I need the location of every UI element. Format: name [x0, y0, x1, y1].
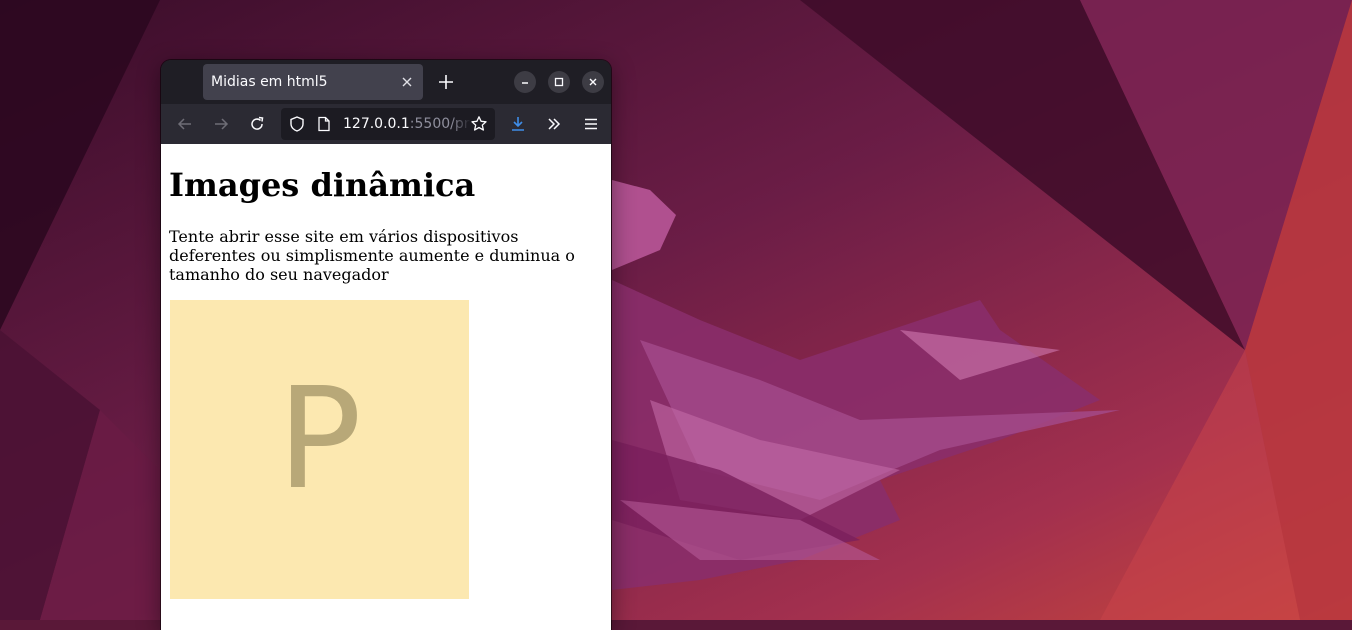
- tab-title: Midias em html5: [211, 74, 328, 90]
- placeholder-image: P: [170, 300, 469, 599]
- navigation-toolbar: 127.0.0.1:5500/pr: [161, 104, 611, 144]
- url-host: 127.0.0.1: [343, 116, 410, 132]
- hamburger-menu-icon[interactable]: [582, 115, 600, 133]
- close-icon[interactable]: [399, 74, 415, 90]
- star-icon[interactable]: [470, 115, 488, 133]
- shield-icon[interactable]: [288, 115, 306, 133]
- placeholder-letter: P: [277, 358, 362, 521]
- download-icon[interactable]: [509, 115, 527, 133]
- minimize-button[interactable]: [514, 71, 536, 93]
- url-bar[interactable]: 127.0.0.1:5500/pr: [281, 108, 495, 140]
- close-icon: [589, 78, 597, 86]
- maximize-button[interactable]: [548, 71, 570, 93]
- page-content: Images dinâmica Tente abrir esse site em…: [161, 144, 611, 630]
- chevron-double-right-icon[interactable]: [545, 115, 563, 133]
- page-icon[interactable]: [316, 116, 332, 132]
- tab-midias[interactable]: Midias em html5: [203, 64, 423, 100]
- minimize-icon: [522, 82, 528, 84]
- page-heading: Images dinâmica: [169, 166, 476, 204]
- arrow-right-icon[interactable]: [212, 115, 230, 133]
- browser-titlebar: Midias em html5: [161, 60, 611, 104]
- arrow-left-icon[interactable]: [176, 115, 194, 133]
- browser-window: Midias em html5 127.0.0.1:5500/pr Images…: [161, 60, 611, 630]
- close-window-button[interactable]: [582, 71, 604, 93]
- maximize-icon: [554, 77, 564, 87]
- page-paragraph: Tente abrir esse site em vários disposit…: [169, 227, 575, 284]
- reload-icon[interactable]: [248, 115, 266, 133]
- plus-icon[interactable]: [437, 73, 455, 91]
- url-fade: [451, 108, 471, 140]
